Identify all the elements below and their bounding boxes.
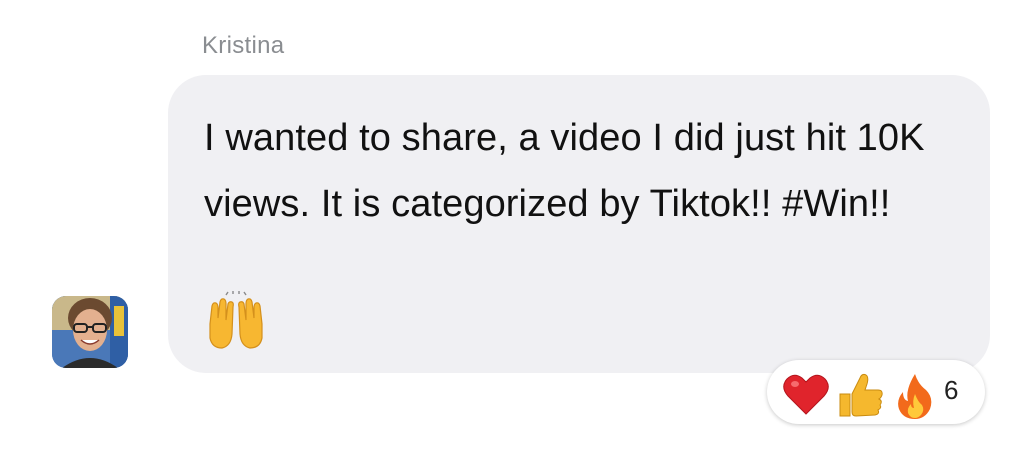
avatar[interactable]: [52, 296, 128, 368]
heart-icon: [783, 374, 829, 415]
message-text: I wanted to share, a video I did just hi…: [204, 117, 925, 225]
avatar-photo: [52, 296, 128, 368]
reaction-count: 6: [944, 375, 959, 405]
raised-hands-icon: [209, 291, 263, 349]
thumbs-up-icon: [839, 373, 883, 417]
sender-name[interactable]: Kristina: [202, 32, 284, 60]
fire-icon: [898, 374, 932, 419]
chat-message-view: Kristina I wanted to share, a video I di…: [0, 0, 1021, 469]
